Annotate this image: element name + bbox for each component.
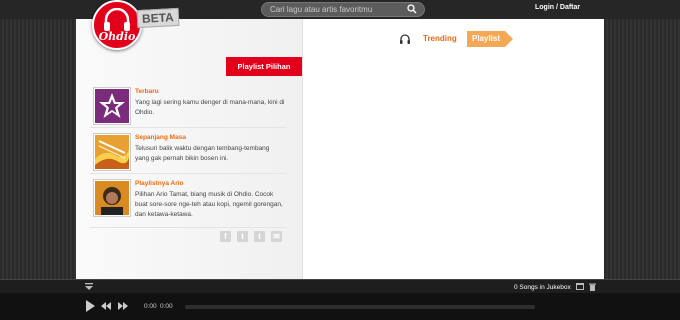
- play-icon[interactable]: [86, 300, 95, 312]
- beta-badge: BETA: [136, 7, 180, 29]
- twitter-share-icon[interactable]: t: [237, 231, 248, 242]
- playlist-title[interactable]: Terbaru: [135, 88, 159, 95]
- previous-icon[interactable]: [101, 302, 111, 310]
- main-page: Playlist Pilihan Terbaru Yang lagi serin…: [76, 19, 604, 279]
- playlist-item-terbaru[interactable]: Terbaru Yang lagi sering kamu denger di …: [90, 83, 286, 128]
- search-input[interactable]: [270, 3, 400, 16]
- tab-playlist[interactable]: Playlist: [467, 31, 513, 47]
- playlist-description: Pilihan Ario Tamat, biang musik di Ohdio…: [135, 191, 283, 218]
- playlist-title[interactable]: Sepanjang Masa: [135, 134, 186, 141]
- collapse-icon[interactable]: [85, 283, 93, 291]
- facebook-share-icon[interactable]: f: [220, 231, 231, 242]
- right-panel: Trending Playlist: [303, 19, 604, 279]
- tab-trending[interactable]: Trending: [423, 34, 457, 43]
- playlist-item-sepanjang-masa[interactable]: Sepanjang Masa Telusuri balik waktu deng…: [90, 129, 286, 174]
- tumblr-share-icon[interactable]: t: [254, 231, 265, 242]
- progress-bar[interactable]: [185, 305, 535, 309]
- playlist-thumbnail[interactable]: [93, 87, 131, 125]
- jukebox-bar: 0 Songs in Jukebox: [0, 279, 680, 294]
- playlist-pilihan-header: Playlist Pilihan: [226, 57, 302, 76]
- player-bar: 0:00 0:00: [0, 293, 680, 320]
- search-icon[interactable]: [407, 4, 417, 14]
- next-icon[interactable]: [118, 302, 128, 310]
- headphones-icon: [104, 8, 130, 31]
- ohdio-logo[interactable]: Ohdio: [92, 0, 142, 50]
- trash-icon[interactable]: [589, 283, 596, 291]
- login-link[interactable]: Login / Daftar: [535, 4, 580, 11]
- headphones-icon: [400, 34, 410, 44]
- logo-wordmark: Ohdio: [98, 30, 136, 43]
- playlist-title[interactable]: Playlistnya Ario: [135, 180, 184, 187]
- left-panel: Playlist Pilihan Terbaru Yang lagi serin…: [76, 19, 303, 279]
- retro-icon: [95, 140, 129, 169]
- time-total: 0:00: [160, 303, 173, 310]
- jukebox-count: 0 Songs in Jukebox: [514, 284, 571, 291]
- email-share-icon[interactable]: ✉: [271, 231, 282, 242]
- window-icon[interactable]: [576, 283, 584, 290]
- playlist-item-ario[interactable]: Playlistnya Ario Pilihan Ario Tamat, bia…: [90, 175, 286, 228]
- playlist-thumbnail[interactable]: [93, 179, 131, 217]
- portrait-icon: [95, 181, 129, 215]
- playlist-description: Telusuri balik waktu dengan tembang-temb…: [135, 145, 270, 162]
- star-icon: [99, 93, 125, 118]
- playlist-thumbnail[interactable]: [93, 133, 131, 171]
- time-current: 0:00: [144, 303, 157, 310]
- search-box[interactable]: [261, 2, 425, 17]
- playlist-description: Yang lagi sering kamu denger di mana-man…: [135, 99, 285, 116]
